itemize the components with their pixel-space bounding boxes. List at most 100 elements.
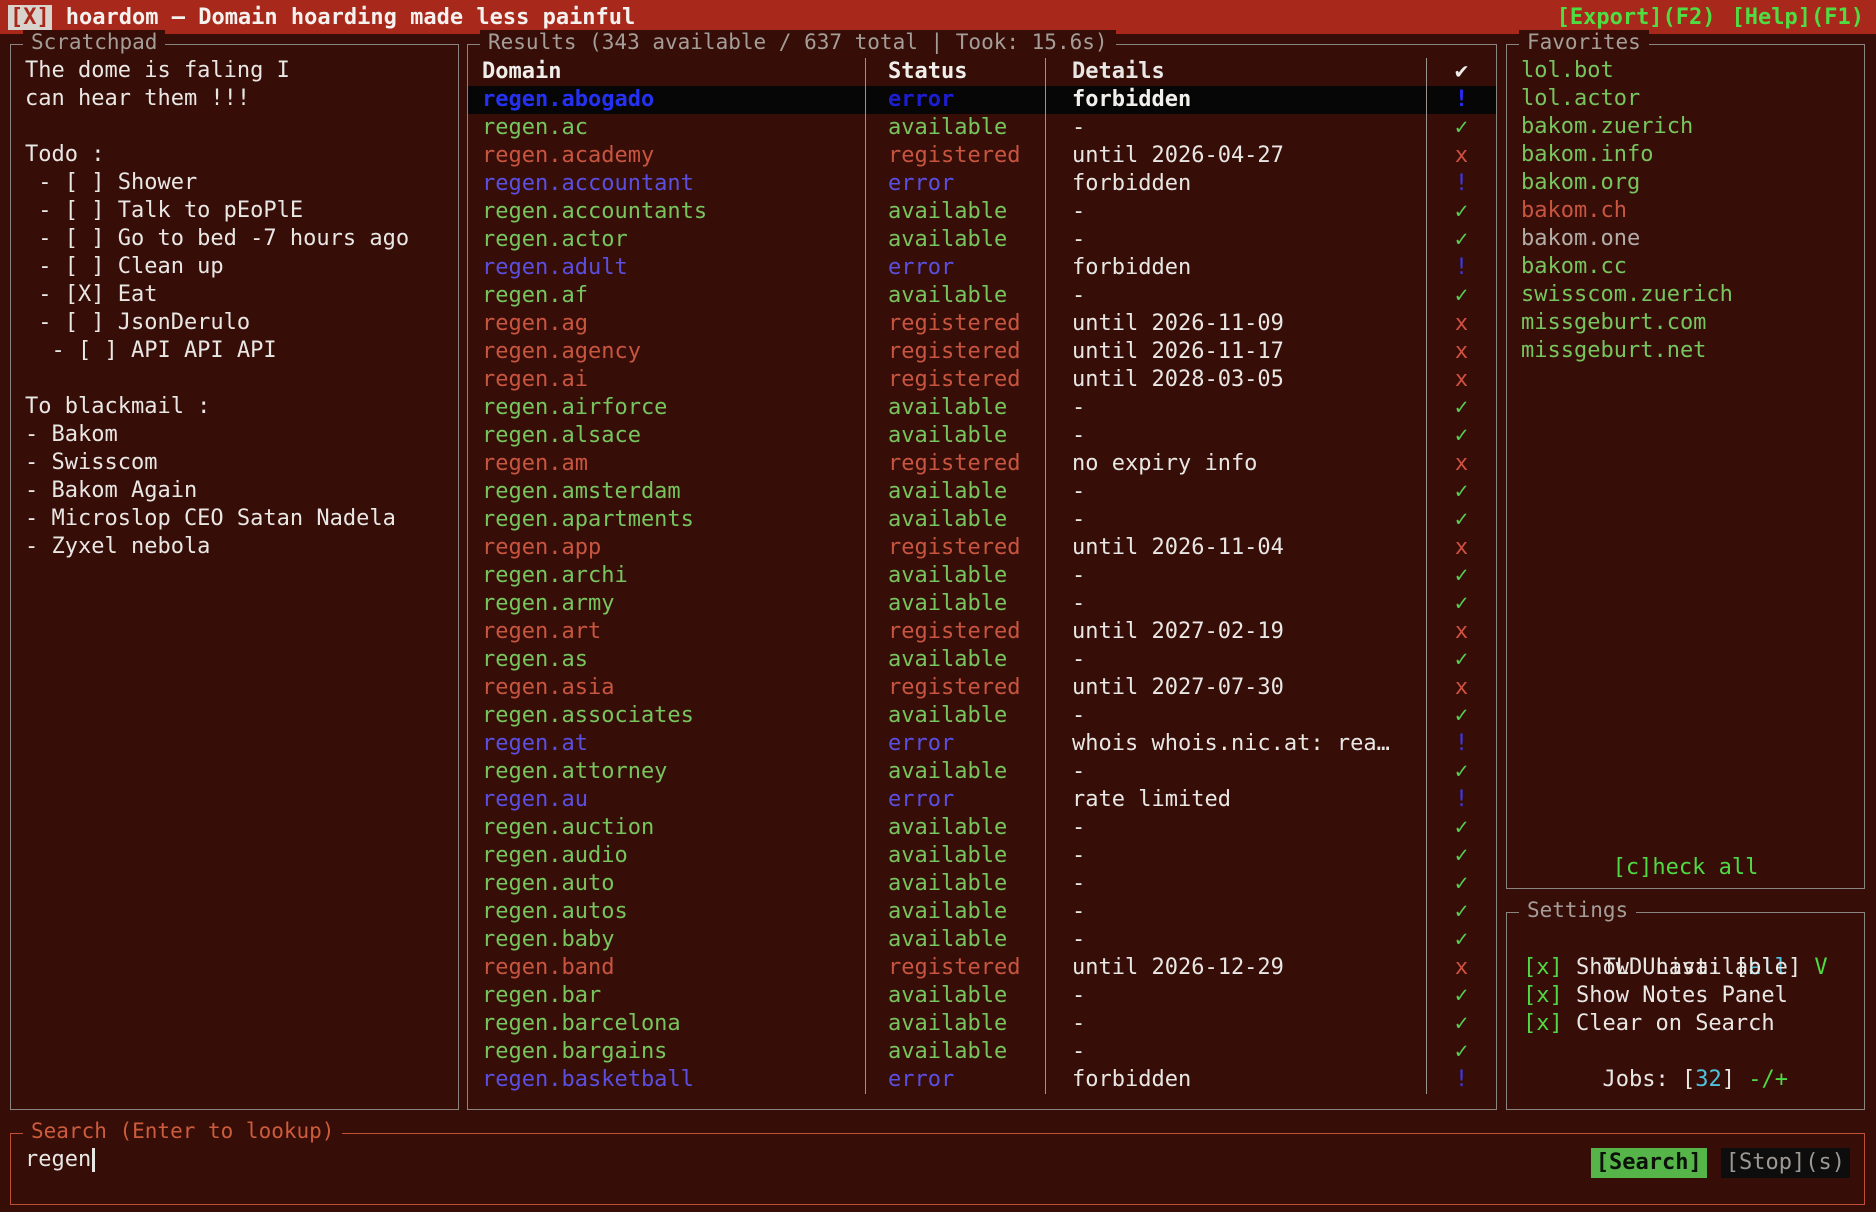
- jobs-stepper[interactable]: Jobs: [32] -/+: [1523, 1038, 1848, 1066]
- table-row[interactable]: regen.auerrorrate limited!: [468, 786, 1496, 814]
- settings-checkbox[interactable]: [x] Show Notes Panel: [1523, 982, 1848, 1010]
- details-cell: until 2026-11-04: [1046, 534, 1427, 562]
- export-button[interactable]: [Export](F2): [1557, 5, 1716, 30]
- results-panel-title: Results (343 available / 637 total | Too…: [480, 30, 1116, 54]
- close-button[interactable]: [X]: [8, 5, 52, 30]
- table-row[interactable]: regen.alsaceavailable-✓: [468, 422, 1496, 450]
- checkbox-icon[interactable]: [x]: [1523, 983, 1576, 1008]
- table-row[interactable]: regen.babyavailable-✓: [468, 926, 1496, 954]
- search-button[interactable]: [Search]: [1591, 1148, 1707, 1178]
- details-cell: -: [1046, 226, 1427, 254]
- domain-cell: regen.auction: [468, 814, 866, 842]
- table-row[interactable]: regen.amregisteredno expiry infox: [468, 450, 1496, 478]
- table-row[interactable]: regen.artregistereduntil 2027-02-19x: [468, 618, 1496, 646]
- jobs-label: Jobs:: [1602, 1067, 1681, 1092]
- table-row[interactable]: regen.acavailable-✓: [468, 114, 1496, 142]
- status-cell: registered: [866, 534, 1046, 562]
- table-row[interactable]: regen.agencyregistereduntil 2026-11-17x: [468, 338, 1496, 366]
- table-row[interactable]: regen.afavailable-✓: [468, 282, 1496, 310]
- help-button[interactable]: [Help](F1): [1732, 5, 1864, 30]
- table-row[interactable]: regen.asavailable-✓: [468, 646, 1496, 674]
- table-row[interactable]: regen.aterrorwhois whois.nic.at: rea…!: [468, 730, 1496, 758]
- table-row[interactable]: regen.archiavailable-✓: [468, 562, 1496, 590]
- status-cell: error: [866, 254, 1046, 282]
- scratchpad-line: - [ ] JsonDerulo: [25, 309, 444, 337]
- row-status-mark-icon: ✓: [1427, 506, 1496, 534]
- table-row[interactable]: regen.autoavailable-✓: [468, 870, 1496, 898]
- settings-panel-title: Settings: [1519, 898, 1636, 922]
- table-row[interactable]: regen.apartmentsavailable-✓: [468, 506, 1496, 534]
- stop-button[interactable]: [Stop](s): [1721, 1148, 1850, 1178]
- checkbox-icon[interactable]: [x]: [1523, 1011, 1576, 1036]
- table-row[interactable]: regen.auctionavailable-✓: [468, 814, 1496, 842]
- table-row[interactable]: regen.accountanterrorforbidden!: [468, 170, 1496, 198]
- table-row[interactable]: regen.baravailable-✓: [468, 982, 1496, 1010]
- jobs-minus-plus-controls[interactable]: -/+: [1735, 1067, 1788, 1092]
- status-cell: available: [866, 590, 1046, 618]
- favorite-item[interactable]: bakom.zuerich: [1507, 113, 1864, 141]
- details-cell: whois whois.nic.at: rea…: [1046, 730, 1427, 758]
- table-row[interactable]: regen.airegistereduntil 2028-03-05x: [468, 366, 1496, 394]
- table-row[interactable]: regen.basketballerrorforbidden!: [468, 1066, 1496, 1094]
- settings-checkbox[interactable]: [x] Clear on Search: [1523, 1010, 1848, 1038]
- domain-cell: regen.basketball: [468, 1066, 866, 1094]
- scratchpad-editor[interactable]: The dome is faling Ican hear them !!!Tod…: [11, 45, 458, 573]
- checkbox-icon[interactable]: [x]: [1523, 955, 1576, 980]
- row-status-mark-icon: ✓: [1427, 114, 1496, 142]
- status-cell: available: [866, 646, 1046, 674]
- table-row[interactable]: regen.attorneyavailable-✓: [468, 758, 1496, 786]
- table-row[interactable]: regen.appregistereduntil 2026-11-04x: [468, 534, 1496, 562]
- favorite-item[interactable]: bakom.org: [1507, 169, 1864, 197]
- domain-cell: regen.alsace: [468, 422, 866, 450]
- favorite-item[interactable]: missgeburt.net: [1507, 337, 1864, 365]
- favorite-item[interactable]: lol.actor: [1507, 85, 1864, 113]
- table-row[interactable]: regen.audioavailable-✓: [468, 842, 1496, 870]
- favorite-item[interactable]: bakom.cc: [1507, 253, 1864, 281]
- table-row[interactable]: regen.autosavailable-✓: [468, 898, 1496, 926]
- table-row[interactable]: regen.amsterdamavailable-✓: [468, 478, 1496, 506]
- table-row[interactable]: regen.armyavailable-✓: [468, 590, 1496, 618]
- status-cell: registered: [866, 674, 1046, 702]
- row-status-mark-icon: x: [1427, 954, 1496, 982]
- tld-list-dropdown[interactable]: TLD List: [all] V: [1523, 926, 1848, 954]
- table-row[interactable]: regen.agregistereduntil 2026-11-09x: [468, 310, 1496, 338]
- check-all-button[interactable]: [c]heck all: [1507, 855, 1864, 880]
- table-row[interactable]: regen.adulterrorforbidden!: [468, 254, 1496, 282]
- scratchpad-line: [25, 365, 444, 393]
- row-status-mark-icon: ✓: [1427, 282, 1496, 310]
- jobs-value: 32: [1695, 1067, 1722, 1092]
- details-cell: -: [1046, 842, 1427, 870]
- favorite-item[interactable]: missgeburt.com: [1507, 309, 1864, 337]
- table-row[interactable]: regen.academyregistereduntil 2026-04-27x: [468, 142, 1496, 170]
- domain-cell: regen.auto: [468, 870, 866, 898]
- table-row[interactable]: regen.bandregistereduntil 2026-12-29x: [468, 954, 1496, 982]
- details-cell: -: [1046, 114, 1427, 142]
- status-cell: available: [866, 814, 1046, 842]
- table-row[interactable]: regen.barcelonaavailable-✓: [468, 1010, 1496, 1038]
- table-row[interactable]: regen.accountantsavailable-✓: [468, 198, 1496, 226]
- scratchpad-line: can hear them !!!: [25, 85, 444, 113]
- table-row[interactable]: regen.actoravailable-✓: [468, 226, 1496, 254]
- favorite-item[interactable]: bakom.ch: [1507, 197, 1864, 225]
- domain-cell: regen.bargains: [468, 1038, 866, 1066]
- table-row[interactable]: regen.associatesavailable-✓: [468, 702, 1496, 730]
- table-row[interactable]: regen.abogadoerrorforbidden!: [468, 86, 1496, 114]
- details-cell: forbidden: [1046, 86, 1427, 114]
- table-row[interactable]: regen.asiaregistereduntil 2027-07-30x: [468, 674, 1496, 702]
- scratchpad-line: - [X] Eat: [25, 281, 444, 309]
- favorite-item[interactable]: bakom.one: [1507, 225, 1864, 253]
- chevron-down-icon[interactable]: V: [1801, 955, 1828, 980]
- details-cell: until 2027-02-19: [1046, 618, 1427, 646]
- domain-cell: regen.army: [468, 590, 866, 618]
- details-cell: -: [1046, 758, 1427, 786]
- favorite-item[interactable]: bakom.info: [1507, 141, 1864, 169]
- scratchpad-line: - Microslop CEO Satan Nadela: [25, 505, 444, 533]
- row-status-mark-icon: !: [1427, 254, 1496, 282]
- table-row[interactable]: regen.bargainsavailable-✓: [468, 1038, 1496, 1066]
- table-row[interactable]: regen.airforceavailable-✓: [468, 394, 1496, 422]
- favorite-item[interactable]: swisscom.zuerich: [1507, 281, 1864, 309]
- details-cell: until 2026-04-27: [1046, 142, 1427, 170]
- column-header-domain: Domain: [468, 58, 866, 86]
- favorite-item[interactable]: lol.bot: [1507, 57, 1864, 85]
- status-cell: available: [866, 702, 1046, 730]
